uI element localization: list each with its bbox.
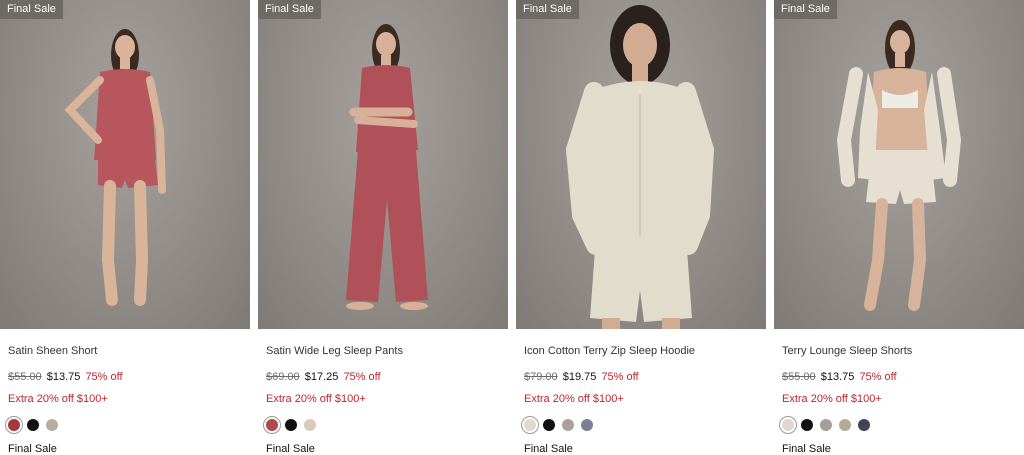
model-wide-leg-pants-image — [346, 24, 428, 310]
product-card[interactable]: Final Sale Satin Sheen Short $55.00 $13.… — [0, 0, 250, 455]
product-card[interactable]: Final Sale Satin Wide Leg Sleep Pants $6… — [258, 0, 508, 455]
color-swatch[interactable] — [46, 418, 58, 431]
color-swatches — [8, 416, 250, 433]
product-image[interactable]: Final Sale — [258, 0, 508, 329]
price-line: $79.00 $19.75 75% off — [524, 370, 766, 384]
price-line: $55.00 $13.75 75% off — [782, 370, 1024, 384]
original-price: $55.00 — [8, 371, 42, 383]
sale-price: $13.75 — [46, 371, 81, 383]
discount-percent: 75% off — [859, 371, 897, 383]
color-swatch[interactable] — [266, 418, 278, 431]
color-swatch[interactable] — [801, 418, 813, 431]
color-swatch[interactable] — [820, 418, 832, 431]
color-swatches — [524, 416, 766, 433]
color-swatches — [782, 416, 1024, 433]
color-swatch[interactable] — [285, 418, 297, 431]
original-price: $79.00 — [524, 371, 558, 383]
final-sale-label: Final Sale — [266, 443, 315, 455]
color-swatch[interactable] — [782, 418, 794, 431]
discount-percent: 75% off — [343, 371, 381, 383]
product-card[interactable]: Final Sale Terry Lounge Sleep Shorts $55… — [774, 0, 1024, 455]
product-grid: Final Sale Satin Sheen Short $55.00 $13.… — [0, 0, 1024, 455]
promo-text: Extra 20% off $100+ — [8, 393, 108, 405]
final-sale-label: Final Sale — [782, 443, 831, 455]
color-swatch[interactable] — [581, 418, 593, 431]
sale-price: $13.75 — [820, 371, 855, 383]
promo-text: Extra 20% off $100+ — [266, 393, 366, 405]
final-sale-badge: Final Sale — [516, 0, 579, 19]
sale-price: $17.25 — [304, 371, 339, 383]
final-sale-badge: Final Sale — [774, 0, 837, 19]
promo-text: Extra 20% off $100+ — [524, 393, 624, 405]
product-name[interactable]: Icon Cotton Terry Zip Sleep Hoodie — [524, 343, 766, 359]
product-image[interactable]: Final Sale — [0, 0, 250, 329]
color-swatch[interactable] — [304, 418, 316, 431]
product-card[interactable]: Final Sale Icon Cotton Terry Zip Sleep H… — [516, 0, 766, 455]
discount-percent: 75% off — [85, 371, 123, 383]
original-price: $69.00 — [266, 371, 300, 383]
product-name[interactable]: Terry Lounge Sleep Shorts — [782, 343, 1024, 359]
price-line: $69.00 $17.25 75% off — [266, 370, 508, 384]
color-swatch[interactable] — [858, 418, 870, 431]
color-swatch[interactable] — [8, 418, 20, 431]
final-sale-label: Final Sale — [524, 443, 573, 455]
final-sale-label: Final Sale — [8, 443, 57, 455]
model-zip-hoodie-image — [565, 5, 715, 329]
product-image[interactable]: Final Sale — [516, 0, 766, 329]
sale-price: $19.75 — [562, 371, 597, 383]
product-name[interactable]: Satin Wide Leg Sleep Pants — [266, 343, 508, 359]
price-line: $55.00 $13.75 75% off — [8, 370, 250, 384]
color-swatch[interactable] — [562, 418, 574, 431]
final-sale-badge: Final Sale — [258, 0, 321, 19]
product-image[interactable]: Final Sale — [774, 0, 1024, 329]
final-sale-badge: Final Sale — [0, 0, 63, 19]
color-swatch[interactable] — [524, 418, 536, 431]
model-satin-short-image — [64, 29, 166, 306]
color-swatch[interactable] — [27, 418, 39, 431]
product-name[interactable]: Satin Sheen Short — [8, 343, 250, 359]
promo-text: Extra 20% off $100+ — [782, 393, 882, 405]
original-price: $55.00 — [782, 371, 816, 383]
color-swatches — [266, 416, 508, 433]
color-swatch[interactable] — [543, 418, 555, 431]
model-lounge-shorts-image — [836, 20, 962, 311]
color-swatch[interactable] — [839, 418, 851, 431]
discount-percent: 75% off — [601, 371, 639, 383]
